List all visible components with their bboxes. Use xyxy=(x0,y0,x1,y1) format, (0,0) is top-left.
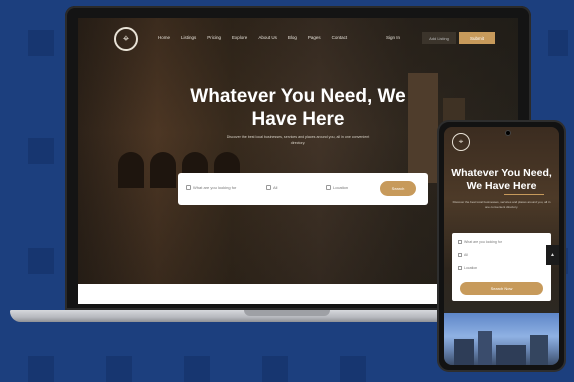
phone-location-placeholder: Location xyxy=(464,266,478,270)
nav-item-explore[interactable]: Explore xyxy=(232,35,247,40)
search-icon xyxy=(458,240,462,244)
search-icon xyxy=(186,185,191,190)
phone-category-value: All xyxy=(464,253,468,257)
submit-button[interactable]: Submit xyxy=(459,32,495,44)
nav-item-blog[interactable]: Blog xyxy=(288,35,297,40)
nav-item-pricing[interactable]: Pricing xyxy=(207,35,221,40)
decor-square xyxy=(548,30,568,56)
search-button[interactable]: Search xyxy=(380,181,416,196)
category-value: All xyxy=(273,185,278,190)
nav-item-home[interactable]: Home xyxy=(158,35,170,40)
decor-square xyxy=(262,356,288,382)
phone-city-image xyxy=(444,313,559,365)
top-navbar: ⌖ Home Listings Pricing Explore About Us… xyxy=(78,18,518,62)
nav-item-listings[interactable]: Listings xyxy=(181,35,196,40)
decor-square xyxy=(106,356,132,382)
phone-frame: ⌖ Whatever You Need, We Have Here Discov… xyxy=(437,120,566,372)
nav-item-contact[interactable]: Contact xyxy=(332,35,348,40)
map-pin-icon[interactable]: ⌖ xyxy=(452,133,470,151)
nav-item-about[interactable]: About Us xyxy=(258,35,277,40)
category-icon xyxy=(266,185,271,190)
hero-subtitle: Discover the best local businesses, serv… xyxy=(226,135,370,145)
location-placeholder: Location xyxy=(333,185,349,190)
phone-location-field[interactable]: Location xyxy=(458,266,477,270)
phone-screen: ⌖ Whatever You Need, We Have Here Discov… xyxy=(444,127,559,365)
phone-hero-subtitle: Discover the best local businesses, serv… xyxy=(452,200,551,209)
keyword-placeholder: What are you looking for xyxy=(193,185,237,190)
decor-square xyxy=(28,30,54,56)
map-pin-icon[interactable]: ⌖ xyxy=(114,27,138,51)
laptop-notch xyxy=(244,310,330,316)
decor-square xyxy=(28,138,54,164)
nav-menu: Home Listings Pricing Explore About Us B… xyxy=(158,35,347,40)
search-bar: What are you looking for All Location Se… xyxy=(178,173,428,205)
nav-item-pages[interactable]: Pages xyxy=(308,35,321,40)
camera-icon xyxy=(505,130,511,136)
decor-square xyxy=(28,248,54,274)
phone-search-form: What are you looking for All Location Se… xyxy=(452,233,551,301)
location-icon xyxy=(458,266,462,270)
phone-category-select[interactable]: All xyxy=(458,253,468,257)
phone-search-button[interactable]: Search Now xyxy=(460,282,543,295)
location-icon xyxy=(326,185,331,190)
decor-square xyxy=(184,356,210,382)
location-field[interactable]: Location xyxy=(326,185,348,190)
phone-keyword-field[interactable]: What are you looking for xyxy=(458,240,502,244)
decor-square xyxy=(340,356,366,382)
phone-hero-title: Whatever You Need, We Have Here xyxy=(451,167,552,192)
hero-title: Whatever You Need, We Have Here xyxy=(190,86,406,130)
add-listing-button[interactable]: Add Listing xyxy=(422,32,456,44)
phone-keyword-placeholder: What are you looking for xyxy=(464,240,502,244)
keyword-field[interactable]: What are you looking for xyxy=(186,185,236,190)
decor-square xyxy=(28,356,54,382)
category-icon xyxy=(458,253,462,257)
title-underline xyxy=(504,194,544,195)
chevron-up-icon[interactable]: ▲ xyxy=(546,245,559,265)
sign-in-link[interactable]: Sign In xyxy=(386,35,400,40)
category-select[interactable]: All xyxy=(266,185,277,190)
